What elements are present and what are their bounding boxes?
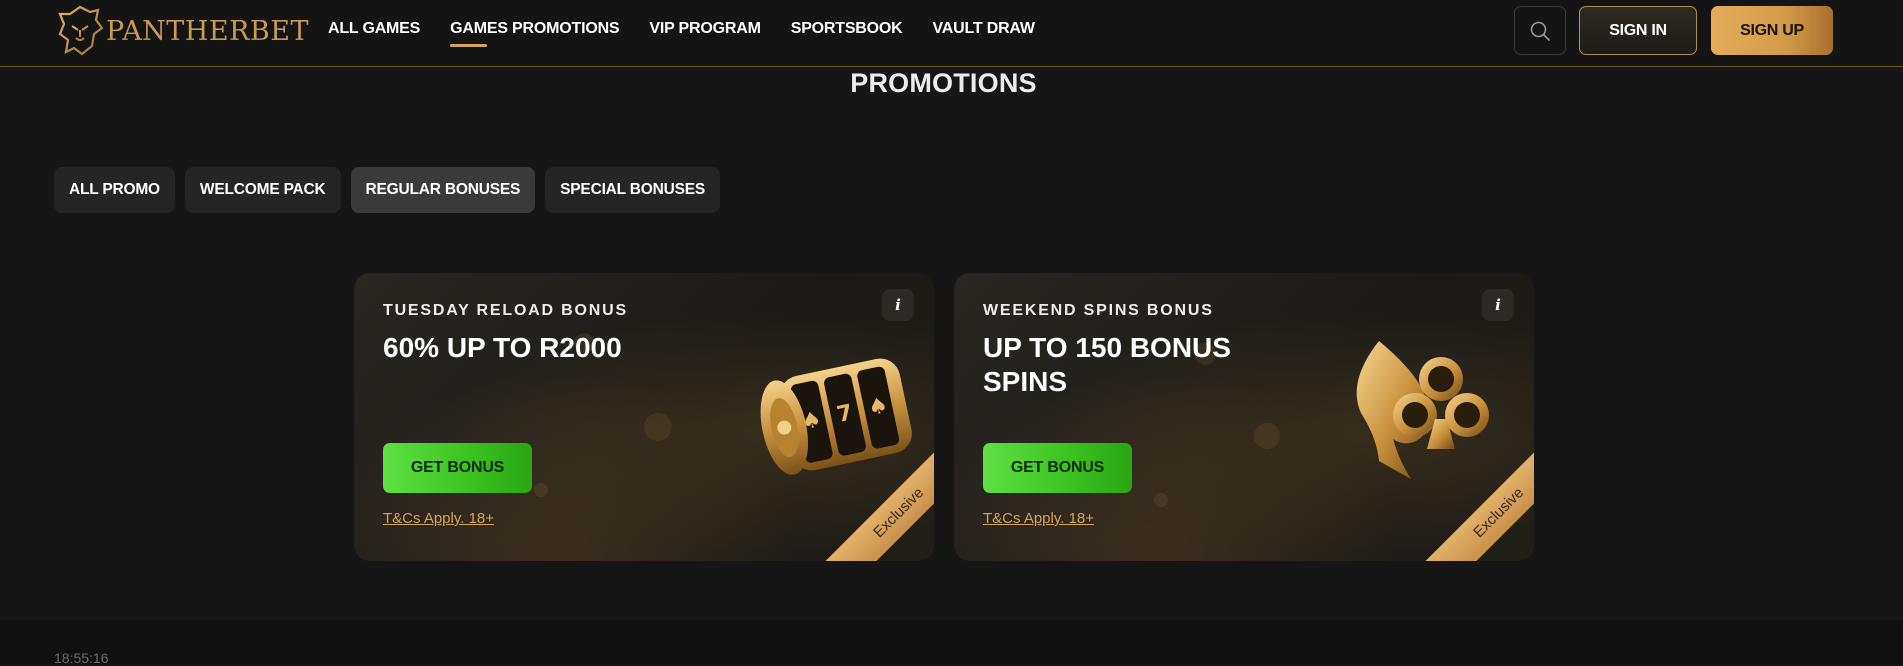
nav-item-all-games[interactable]: ALL GAMES — [328, 0, 420, 58]
filter-special-bonuses[interactable]: SPECIAL BONUSES — [545, 167, 721, 213]
bokeh-dot — [644, 413, 672, 441]
nav-item-vip-program[interactable]: VIP PROGRAM — [649, 0, 761, 58]
sign-in-button[interactable]: SIGN IN — [1579, 6, 1697, 55]
page-title: PROMOTIONS — [850, 68, 1037, 98]
site-footer: 18:55:16 — [0, 620, 1903, 666]
get-bonus-button[interactable]: GET BONUS — [383, 443, 532, 493]
exclusive-ribbon: Exclusive — [1418, 445, 1534, 561]
clock-time: 18:55:16 — [54, 650, 109, 666]
filter-welcome-pack[interactable]: WELCOME PACK — [184, 167, 341, 213]
promo-subtitle: WEEKEND SPINS BONUS — [983, 302, 1214, 319]
filter-all-promo[interactable]: ALL PROMO — [54, 167, 175, 213]
bokeh-dot — [1254, 423, 1280, 449]
sign-up-button[interactable]: SIGN UP — [1711, 6, 1833, 55]
promo-title: UP TO 150 BONUS SPINS — [983, 332, 1231, 397]
site-header: PANTHERBET ALL GAMES GAMES PROMOTIONS VI… — [0, 0, 1903, 67]
nav-item-games-promotions[interactable]: GAMES PROMOTIONS — [450, 0, 620, 58]
promo-subtitle: TUESDAY RELOAD BONUS — [383, 302, 628, 319]
promo-card: WEEKEND SPINS BONUS UP TO 150 BONUS SPIN… — [954, 273, 1534, 561]
filter-regular-bonuses[interactable]: REGULAR BONUSES — [350, 167, 536, 213]
nav-item-sportsbook[interactable]: SPORTSBOOK — [791, 0, 903, 58]
exclusive-ribbon: Exclusive — [818, 445, 934, 561]
ribbon-label: Exclusive — [1419, 445, 1534, 561]
info-button[interactable]: i — [1482, 289, 1514, 321]
ribbon-label: Exclusive — [819, 445, 934, 561]
panther-logo-icon — [58, 5, 104, 56]
terms-link[interactable]: T&Cs Apply. 18+ — [383, 510, 494, 527]
promo-card: TUESDAY RELOAD BONUS 60% UP TO R2000 GET… — [354, 273, 934, 561]
search-button[interactable] — [1514, 6, 1566, 55]
logo-text: PANTHERBET — [106, 15, 309, 47]
search-icon — [1530, 21, 1550, 41]
info-button[interactable]: i — [882, 289, 914, 321]
get-bonus-button[interactable]: GET BONUS — [983, 443, 1132, 493]
promo-filter-tabs: ALL PROMO WELCOME PACK REGULAR BONUSES S… — [54, 167, 730, 213]
main-nav: ALL GAMES GAMES PROMOTIONS VIP PROGRAM S… — [328, 0, 1065, 58]
terms-link[interactable]: T&Cs Apply. 18+ — [983, 510, 1094, 527]
bokeh-dot — [1154, 493, 1168, 507]
nav-item-vault-draw[interactable]: VAULT DRAW — [933, 0, 1035, 58]
pantherbet-logo[interactable]: PANTHERBET — [52, 4, 309, 58]
bokeh-dot — [534, 483, 548, 497]
promo-title: 60% UP TO R2000 — [383, 332, 622, 363]
